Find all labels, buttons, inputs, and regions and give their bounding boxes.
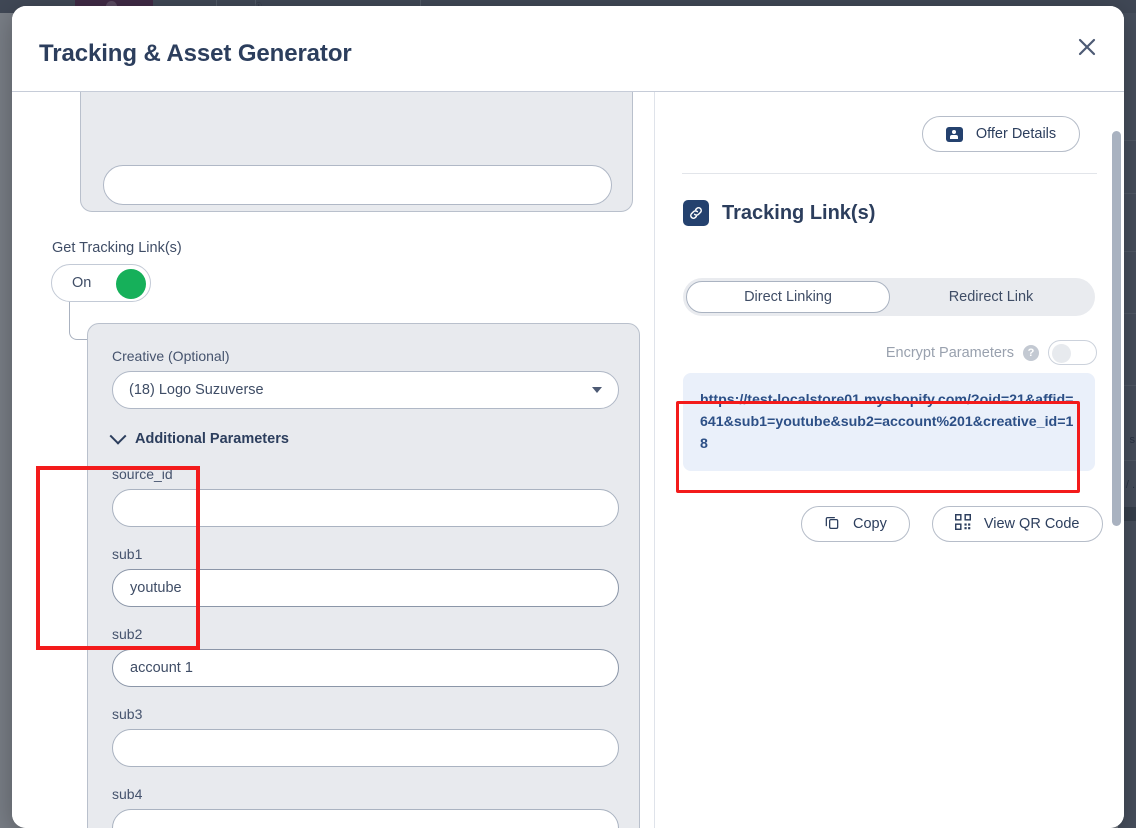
field-label: sub1: [112, 546, 615, 562]
offer-details-button[interactable]: Offer Details: [922, 116, 1080, 152]
source-id-input[interactable]: [112, 489, 619, 527]
tab-label: Redirect Link: [949, 289, 1034, 305]
modal-body: Get Tracking Link(s) On Creative (Option…: [12, 92, 1124, 828]
link-actions-row: Copy View QR Code: [801, 506, 1103, 542]
tracking-asset-generator-modal: Tracking & Asset Generator Get Tracking …: [12, 6, 1124, 828]
additional-parameters-toggle[interactable]: Additional Parameters: [112, 431, 615, 447]
close-icon[interactable]: [1070, 30, 1104, 64]
encrypt-parameters-label: Encrypt Parameters: [886, 345, 1014, 361]
creative-label: Creative (Optional): [112, 348, 615, 364]
tab-label: Direct Linking: [744, 289, 832, 305]
contact-card-icon: [946, 127, 963, 142]
encrypt-parameters-row: Encrypt Parameters ?: [886, 340, 1097, 365]
toggle-panel-connector: [69, 302, 87, 340]
view-qr-code-button[interactable]: View QR Code: [932, 506, 1103, 542]
field-source-id: source_id: [112, 466, 615, 527]
right-output-column: Offer Details Tracking Link(s) Direct Li…: [655, 92, 1124, 828]
copy-icon: [824, 514, 840, 535]
qr-code-icon: [955, 514, 971, 535]
field-label: source_id: [112, 466, 615, 482]
copy-button[interactable]: Copy: [801, 506, 910, 542]
copy-label: Copy: [853, 516, 887, 532]
creative-select[interactable]: (18) Logo Suzuverse: [112, 371, 619, 409]
encrypt-parameters-toggle[interactable]: [1048, 340, 1097, 365]
tab-redirect-link[interactable]: Redirect Link: [890, 281, 1092, 313]
toggle-state-label: On: [72, 275, 91, 291]
field-sub2: sub2: [112, 626, 615, 687]
sub3-input[interactable]: [112, 729, 619, 767]
field-label: sub4: [112, 786, 615, 802]
modal-scrollbar[interactable]: [1112, 131, 1121, 526]
field-sub3: sub3: [112, 706, 615, 767]
scrolled-off-panel: [80, 92, 633, 212]
toggle-knob: [1052, 344, 1071, 363]
chevron-down-icon: [110, 428, 127, 445]
help-circle-icon[interactable]: ?: [1023, 345, 1039, 361]
get-tracking-links-toggle[interactable]: On: [51, 264, 151, 302]
tracking-url-text: https://test-localstore01.myshopify.com/…: [700, 389, 1078, 455]
link-icon: [683, 200, 709, 226]
view-qr-code-label: View QR Code: [984, 516, 1080, 532]
sub2-input[interactable]: [112, 649, 619, 687]
offer-details-label: Offer Details: [976, 126, 1056, 142]
get-tracking-links-label: Get Tracking Link(s): [52, 240, 182, 256]
tracking-links-title: Tracking Link(s): [722, 202, 875, 225]
page-title: Tracking & Asset Generator: [39, 40, 352, 68]
sub1-input[interactable]: [112, 569, 619, 607]
field-sub1: sub1: [112, 546, 615, 607]
parameters-panel: Creative (Optional) (18) Logo Suzuverse …: [87, 323, 640, 828]
toggle-knob: [116, 269, 146, 299]
sub4-input[interactable]: [112, 809, 619, 828]
left-form-column: Get Tracking Link(s) On Creative (Option…: [12, 92, 654, 828]
scrolled-off-input[interactable]: [103, 165, 612, 205]
tracking-url-box[interactable]: https://test-localstore01.myshopify.com/…: [683, 373, 1095, 471]
link-type-segmented-control: Direct Linking Redirect Link: [683, 278, 1095, 316]
tab-direct-linking[interactable]: Direct Linking: [686, 281, 890, 313]
field-label: sub2: [112, 626, 615, 642]
additional-parameters-label: Additional Parameters: [135, 431, 289, 447]
creative-selected-value: (18) Logo Suzuverse: [129, 382, 264, 398]
tracking-links-header: Tracking Link(s): [683, 200, 875, 226]
section-divider: [682, 173, 1097, 174]
field-label: sub3: [112, 706, 615, 722]
chevron-down-icon: [592, 387, 602, 393]
modal-header: Tracking & Asset Generator: [12, 6, 1124, 92]
field-sub4: sub4: [112, 786, 615, 828]
